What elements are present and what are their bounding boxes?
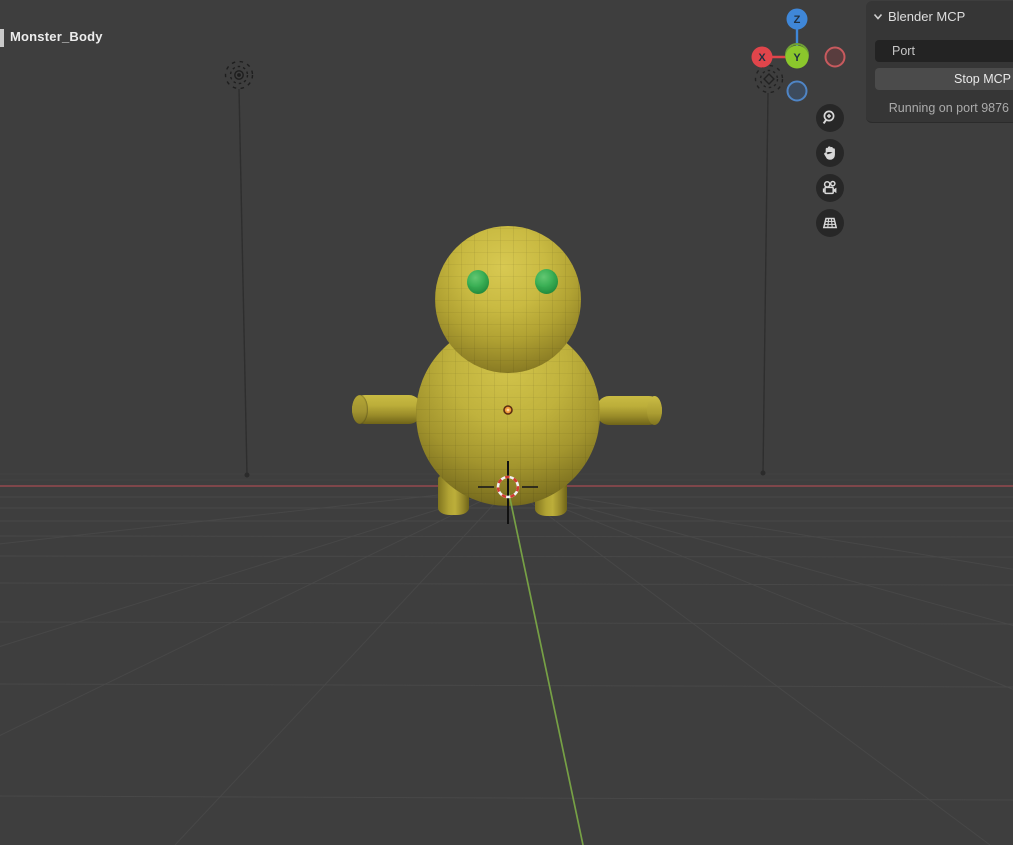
svg-text:Y: Y [793,52,801,64]
panel-title: Blender MCP [888,9,965,24]
point-light-icon[interactable] [220,56,258,94]
monster-right-eye[interactable] [535,269,558,294]
pan-button[interactable] [816,139,844,167]
camera-icon [821,179,840,197]
projection-toggle-button[interactable] [816,209,844,237]
grid-icon [821,214,839,232]
svg-text:Z: Z [794,14,801,26]
camera-view-button[interactable] [816,174,844,202]
object-label-marker [0,29,4,47]
axis-y-ball[interactable]: Y [786,44,809,69]
navigation-gizmo[interactable]: Z X Y [745,2,860,106]
stop-mcp-button-label: Stop MCP [954,72,1013,86]
stop-mcp-button[interactable]: Stop MCP [875,68,1013,90]
axis-x-ball[interactable]: X [752,47,773,68]
zoom-button[interactable] [816,104,844,132]
blender-mcp-panel: Blender MCP Port Stop MCP Running on por… [866,1,1013,123]
axis-neg-z-ball[interactable] [788,82,807,101]
panel-header[interactable]: Blender MCP [873,9,965,24]
chevron-down-icon [873,13,883,20]
active-object-label: Monster_Body [10,29,103,44]
monster-left-arm[interactable] [352,395,422,424]
axis-z-ball[interactable]: Z [787,9,808,30]
port-input[interactable]: Port [875,40,1013,62]
monster-head-sphere[interactable] [435,226,581,373]
axis-neg-x-ball[interactable] [826,48,845,67]
monster-right-arm[interactable] [596,396,662,425]
port-input-label: Port [875,44,915,58]
viewport-toolbar [816,104,844,237]
svg-text:X: X [758,52,766,64]
server-status-text: Running on port 9876 [889,101,1009,115]
monster-left-eye[interactable] [467,270,489,294]
hand-icon [821,144,839,162]
magnifier-plus-icon [821,109,839,127]
blender-3d-viewport[interactable]: Monster_Body Z X Y [0,0,1013,845]
